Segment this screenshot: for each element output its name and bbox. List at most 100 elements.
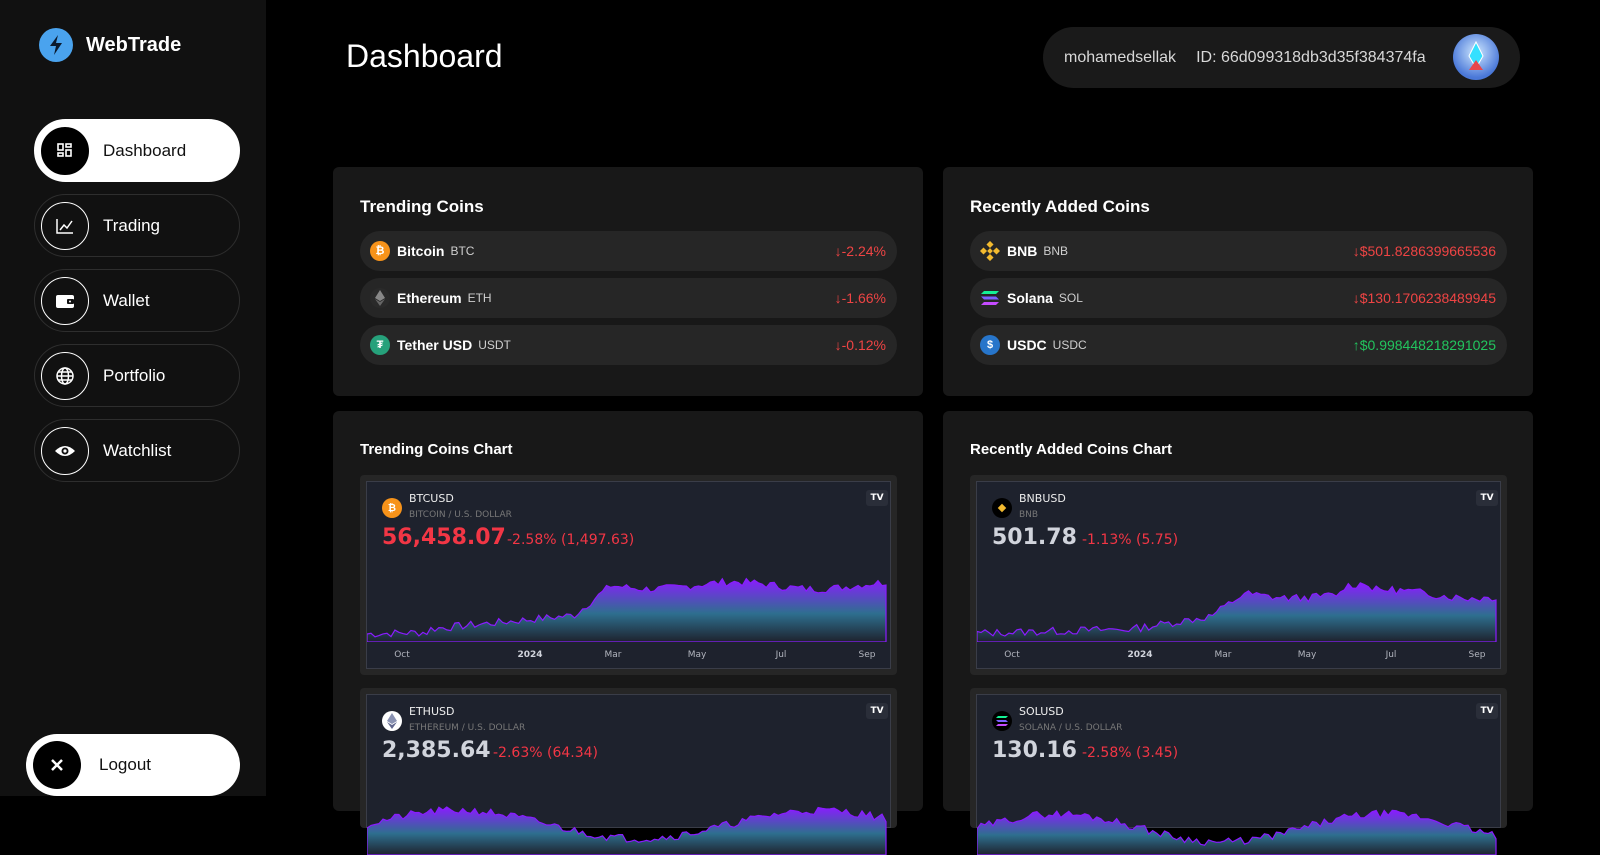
panel-title: Trending Coins xyxy=(360,197,484,216)
tradingview-icon[interactable]: TV xyxy=(866,703,888,719)
mini-chart-bnb[interactable]: BNBUSD BNB 501.78 -1.13% (5.75) TV Oct 2… xyxy=(970,475,1507,675)
chart-line-icon xyxy=(41,201,89,250)
chart-description: BITCOIN / U.S. DOLLAR xyxy=(409,510,512,520)
tradingview-icon[interactable]: TV xyxy=(1476,703,1498,719)
chart-delta: -2.58% (1,497.63) xyxy=(507,532,635,548)
wallet-icon xyxy=(41,276,89,325)
coin-row-btc[interactable]: ₿ Bitcoin BTC ↓-2.24% xyxy=(360,231,897,271)
mini-chart-sol[interactable]: SOLUSD SOLANA / U.S. DOLLAR 130.16 -2.58… xyxy=(970,688,1507,855)
bnb-icon xyxy=(980,241,1000,261)
change-value: -1.66% xyxy=(841,290,886,306)
coin-row-usdc[interactable]: $ USDC USDC ↑$0.998448218291025 xyxy=(970,325,1507,365)
price-area-chart xyxy=(977,809,1497,855)
axis-tick: 2024 xyxy=(517,650,543,660)
change-value: -0.12% xyxy=(841,337,886,353)
chart-symbol: SOLUSD xyxy=(1019,705,1064,718)
coin-symbol: USDT xyxy=(478,338,511,352)
coin-change: ↓-0.12% xyxy=(835,337,886,353)
axis-tick: Oct xyxy=(394,650,410,660)
lightning-icon xyxy=(39,28,73,62)
chart-symbol: ETHUSD xyxy=(409,705,455,718)
axis-tick: Sep xyxy=(1468,650,1486,660)
panel-title: Trending Coins Chart xyxy=(360,441,513,458)
axis-tick: Oct xyxy=(1004,650,1020,660)
solana-icon xyxy=(980,288,1000,308)
logout-label: Logout xyxy=(99,755,151,774)
axis-tick: May xyxy=(1297,650,1317,660)
sidebar-item-label: Trading xyxy=(103,215,161,235)
change-value: $0.998448218291025 xyxy=(1359,337,1496,353)
time-axis: Oct 2024 Mar May Jul Sep xyxy=(367,650,892,664)
price-area-chart xyxy=(367,577,887,642)
change-value: -2.24% xyxy=(841,243,886,259)
tether-icon: ₮ xyxy=(370,335,390,355)
sidebar-item-label: Wallet xyxy=(103,290,150,310)
usdc-icon: $ xyxy=(980,335,1000,355)
axis-tick: Sep xyxy=(858,650,876,660)
coin-name: Tether USD xyxy=(397,337,473,353)
coin-name: Solana xyxy=(1007,290,1053,306)
sidebar-item-wallet[interactable]: Wallet xyxy=(34,269,240,332)
arrow-down-icon: ↓ xyxy=(1352,243,1360,259)
chart-symbol: BNBUSD xyxy=(1019,492,1066,505)
mini-chart-btc[interactable]: ₿ BTCUSD BITCOIN / U.S. DOLLAR 56,458.07… xyxy=(360,475,897,675)
app-logo[interactable]: WebTrade xyxy=(39,28,181,62)
tradingview-icon[interactable]: TV xyxy=(1476,490,1498,506)
arrow-down-icon: ↓ xyxy=(834,243,842,259)
sidebar-item-portfolio[interactable]: Portfolio xyxy=(34,344,240,407)
axis-tick: 2024 xyxy=(1127,650,1153,660)
axis-tick: Mar xyxy=(604,650,622,660)
coin-row-sol[interactable]: Solana SOL ↓$130.1706238489945 xyxy=(970,278,1507,318)
solana-icon xyxy=(992,711,1012,731)
bnb-icon xyxy=(992,498,1012,518)
sidebar-item-label: Dashboard xyxy=(103,140,187,160)
axis-tick: May xyxy=(687,650,707,660)
user-info: mohamedsellak ID: 66d099318db3d35f384374… xyxy=(1043,27,1520,88)
user-id: ID: 66d099318db3d35f384374fa xyxy=(1196,48,1426,66)
sidebar-item-trading[interactable]: Trading xyxy=(34,194,240,257)
sidebar-item-label: Watchlist xyxy=(103,440,172,460)
chart-delta: -2.63% (64.34) xyxy=(493,745,598,761)
sidebar-item-label: Portfolio xyxy=(103,365,166,385)
panel-title: Recently Added Coins xyxy=(970,197,1150,216)
chart-description: BNB xyxy=(1019,510,1039,520)
tradingview-icon[interactable]: TV xyxy=(866,490,888,506)
coin-name: Bitcoin xyxy=(397,243,445,259)
coin-row-usdt[interactable]: ₮ Tether USD USDT ↓-0.12% xyxy=(360,325,897,365)
sidebar-item-dashboard[interactable]: Dashboard xyxy=(34,119,240,182)
coin-row-bnb[interactable]: BNB BNB ↓$501.8286399665536 xyxy=(970,231,1507,271)
price-area-chart xyxy=(367,806,887,855)
dashboard-icon xyxy=(41,126,89,175)
chart-description: SOLANA / U.S. DOLLAR xyxy=(1019,723,1123,733)
bitcoin-icon: ₿ xyxy=(382,498,402,518)
coin-row-eth[interactable]: Ethereum ETH ↓-1.66% xyxy=(360,278,897,318)
page-title: Dashboard xyxy=(346,38,503,74)
change-value: $130.1706238489945 xyxy=(1359,290,1496,306)
mini-chart-eth[interactable]: ETHUSD ETHEREUM / U.S. DOLLAR 2,385.64 -… xyxy=(360,688,897,855)
coin-change: ↓$130.1706238489945 xyxy=(1353,290,1496,306)
trending-chart-panel: Trending Coins Chart ₿ BTCUSD BITCOIN / … xyxy=(333,411,923,855)
axis-tick: Jul xyxy=(1385,650,1397,660)
app-name: WebTrade xyxy=(86,33,182,56)
arrow-down-icon: ↓ xyxy=(1352,290,1360,306)
chart-symbol: BTCUSD xyxy=(409,492,454,505)
coin-change: ↓-2.24% xyxy=(835,243,886,259)
chart-delta: -2.58% (3.45) xyxy=(1082,745,1179,761)
sidebar-item-watchlist[interactable]: Watchlist xyxy=(34,419,240,482)
recent-chart-panel: Recently Added Coins Chart BNBUSD BNB 50… xyxy=(943,411,1533,855)
chart-delta: -1.13% (5.75) xyxy=(1082,532,1179,548)
price-area xyxy=(977,809,1497,855)
logout-button[interactable]: Logout xyxy=(26,734,240,796)
recent-coins-panel: Recently Added Coins BNB BNB ↓$501.82863… xyxy=(943,167,1533,396)
panel-title: Recently Added Coins Chart xyxy=(970,441,1172,458)
arrow-up-icon: ↑ xyxy=(1352,337,1360,353)
avatar[interactable] xyxy=(1453,34,1499,80)
ethereum-icon xyxy=(370,288,390,308)
coin-change: ↓-1.66% xyxy=(835,290,886,306)
coin-name: USDC xyxy=(1007,337,1047,353)
price-area xyxy=(367,806,887,855)
coin-change: ↓$501.8286399665536 xyxy=(1353,243,1496,259)
arrow-down-icon: ↓ xyxy=(834,290,842,306)
price-area xyxy=(977,582,1497,642)
chart-price: 130.16 xyxy=(992,738,1077,763)
